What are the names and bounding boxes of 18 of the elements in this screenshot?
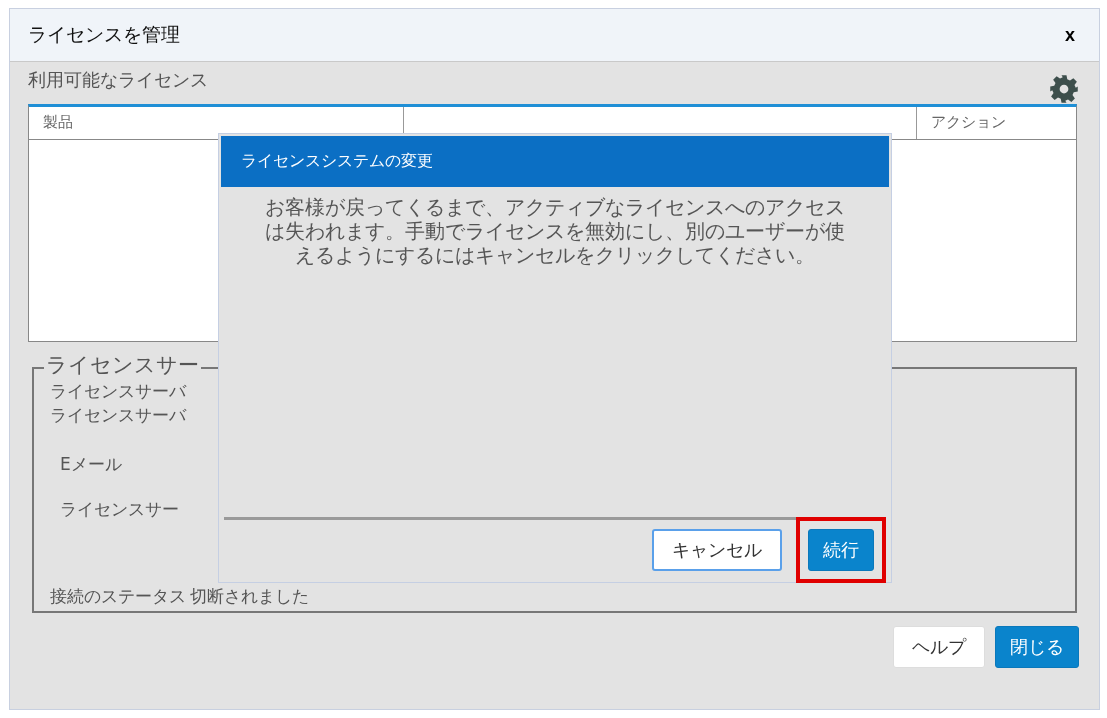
continue-button[interactable]: 続行	[808, 529, 874, 571]
section-label: 利用可能なライセンス	[28, 68, 208, 92]
info-text: ライセンスサーバ	[50, 380, 188, 403]
help-button[interactable]: ヘルプ	[893, 626, 985, 668]
field-label: ライセンスサー	[60, 498, 180, 521]
field-label: Eメール	[60, 453, 123, 476]
close-button[interactable]: x	[1059, 24, 1081, 46]
modal-message: お客様が戻ってくるまで、アクティブなライセンスへのアクセスは失われます。手動でライセンスを無効にし、別のユーザーが使えるようにするにはキャンセルをクリックしてください。	[264, 195, 846, 267]
column-header: アクション	[930, 112, 1007, 133]
status-label: 接続のステータス	[50, 585, 186, 608]
window-title: ライセンスを管理	[28, 22, 180, 47]
info-text: ライセンスサーバ	[50, 404, 188, 427]
modal-title: ライセンスシステムの変更	[241, 151, 433, 172]
status-value: 切断されました	[190, 585, 309, 608]
settings-icon[interactable]	[1049, 74, 1079, 104]
group-legend: ライセンスサー	[44, 354, 201, 378]
close-button[interactable]: 閉じる	[995, 626, 1079, 668]
cancel-button[interactable]: キャンセル	[652, 529, 782, 571]
